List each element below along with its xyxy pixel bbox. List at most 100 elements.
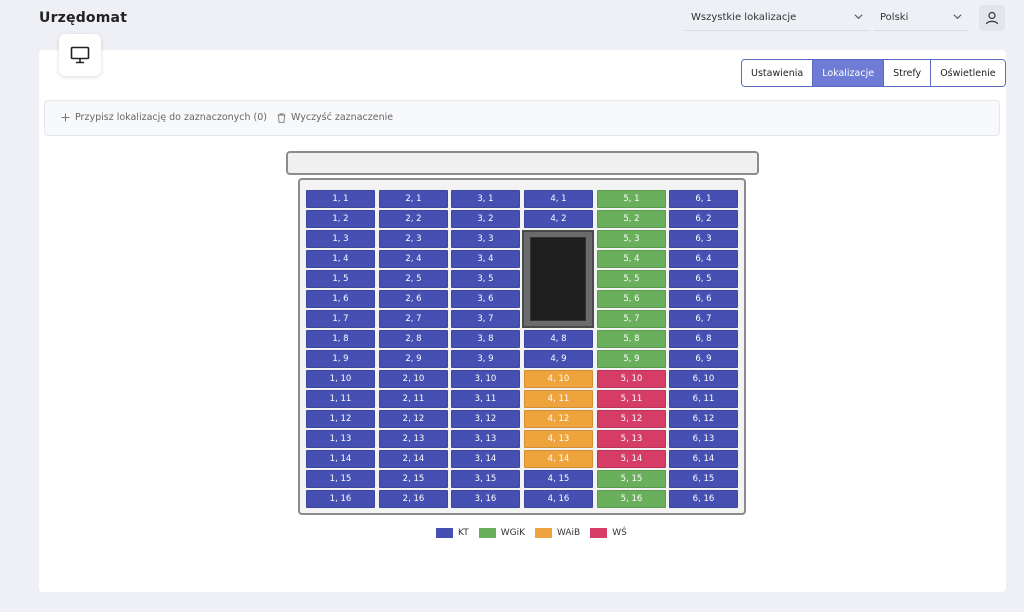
location-cell[interactable]: 2, 10: [379, 370, 448, 388]
location-select[interactable]: Wszystkie lokalizacje: [685, 6, 869, 31]
location-cell[interactable]: 5, 13: [597, 430, 666, 448]
location-cell[interactable]: 6, 3: [669, 230, 738, 248]
location-cell[interactable]: 6, 12: [669, 410, 738, 428]
location-cell[interactable]: 3, 11: [451, 390, 520, 408]
location-cell[interactable]: 2, 16: [379, 490, 448, 508]
location-cell[interactable]: 1, 1: [306, 190, 375, 208]
location-cell[interactable]: 3, 7: [451, 310, 520, 328]
location-cell[interactable]: 2, 13: [379, 430, 448, 448]
assign-location-button[interactable]: Przypisz lokalizację do zaznaczonych (0): [61, 112, 267, 123]
location-cell[interactable]: 5, 9: [597, 350, 666, 368]
location-cell[interactable]: 3, 15: [451, 470, 520, 488]
location-cell[interactable]: 3, 13: [451, 430, 520, 448]
clear-selection-button[interactable]: Wyczyść zaznaczenie: [277, 112, 393, 123]
tab-zones[interactable]: Strefy: [883, 60, 931, 86]
location-cell[interactable]: 2, 7: [379, 310, 448, 328]
location-cell[interactable]: 1, 9: [306, 350, 375, 368]
location-cell[interactable]: 1, 12: [306, 410, 375, 428]
location-cell[interactable]: 4, 10: [524, 370, 593, 388]
location-cell[interactable]: 6, 9: [669, 350, 738, 368]
location-cell[interactable]: 6, 13: [669, 430, 738, 448]
location-cell[interactable]: 6, 4: [669, 250, 738, 268]
location-cell[interactable]: 1, 4: [306, 250, 375, 268]
location-cell[interactable]: 2, 15: [379, 470, 448, 488]
location-cell[interactable]: 1, 7: [306, 310, 375, 328]
location-cell[interactable]: 4, 14: [524, 450, 593, 468]
location-cell[interactable]: 2, 4: [379, 250, 448, 268]
location-cell[interactable]: 4, 13: [524, 430, 593, 448]
location-cell[interactable]: 2, 3: [379, 230, 448, 248]
location-cell[interactable]: 2, 2: [379, 210, 448, 228]
kiosk-preview-button[interactable]: [59, 34, 101, 76]
location-cell[interactable]: 1, 5: [306, 270, 375, 288]
location-cell[interactable]: 1, 11: [306, 390, 375, 408]
location-cell[interactable]: 6, 8: [669, 330, 738, 348]
location-cell[interactable]: 1, 2: [306, 210, 375, 228]
location-cell[interactable]: 6, 1: [669, 190, 738, 208]
location-cell[interactable]: 5, 14: [597, 450, 666, 468]
location-cell[interactable]: 2, 12: [379, 410, 448, 428]
location-cell[interactable]: 6, 10: [669, 370, 738, 388]
location-cell[interactable]: 6, 15: [669, 470, 738, 488]
location-cell[interactable]: 6, 7: [669, 310, 738, 328]
tab-settings[interactable]: Ustawienia: [742, 60, 813, 86]
location-cell[interactable]: 5, 6: [597, 290, 666, 308]
location-cell[interactable]: 3, 8: [451, 330, 520, 348]
location-cell[interactable]: 5, 16: [597, 490, 666, 508]
location-cell[interactable]: 1, 15: [306, 470, 375, 488]
location-cell[interactable]: 6, 2: [669, 210, 738, 228]
location-cell[interactable]: 1, 16: [306, 490, 375, 508]
tab-lighting[interactable]: Oświetlenie: [930, 60, 1005, 86]
user-menu-button[interactable]: [979, 5, 1005, 31]
location-cell[interactable]: 4, 11: [524, 390, 593, 408]
location-cell[interactable]: 3, 9: [451, 350, 520, 368]
location-cell[interactable]: 2, 8: [379, 330, 448, 348]
location-cell[interactable]: 3, 4: [451, 250, 520, 268]
location-cell[interactable]: 6, 16: [669, 490, 738, 508]
location-cell[interactable]: 4, 16: [524, 490, 593, 508]
location-cell[interactable]: 5, 4: [597, 250, 666, 268]
location-cell[interactable]: 4, 1: [524, 190, 593, 208]
language-select[interactable]: Polski: [874, 6, 968, 31]
location-cell[interactable]: 3, 10: [451, 370, 520, 388]
location-cell[interactable]: 4, 2: [524, 210, 593, 228]
location-cell[interactable]: 4, 15: [524, 470, 593, 488]
location-cell[interactable]: 6, 11: [669, 390, 738, 408]
location-cell[interactable]: 2, 5: [379, 270, 448, 288]
location-cell[interactable]: 2, 6: [379, 290, 448, 308]
location-cell[interactable]: 5, 8: [597, 330, 666, 348]
location-cell[interactable]: 2, 14: [379, 450, 448, 468]
location-cell[interactable]: 2, 1: [379, 190, 448, 208]
location-cell[interactable]: 3, 16: [451, 490, 520, 508]
location-cell[interactable]: 1, 10: [306, 370, 375, 388]
location-cell[interactable]: 5, 2: [597, 210, 666, 228]
location-cell[interactable]: 3, 6: [451, 290, 520, 308]
location-cell[interactable]: 4, 8: [524, 330, 593, 348]
location-cell[interactable]: 1, 6: [306, 290, 375, 308]
location-cell[interactable]: 6, 5: [669, 270, 738, 288]
location-cell[interactable]: 3, 12: [451, 410, 520, 428]
tab-locations[interactable]: Lokalizacje: [812, 60, 884, 86]
location-cell[interactable]: 4, 12: [524, 410, 593, 428]
location-cell[interactable]: 1, 13: [306, 430, 375, 448]
location-cell[interactable]: 5, 3: [597, 230, 666, 248]
location-cell[interactable]: 3, 14: [451, 450, 520, 468]
location-cell[interactable]: 5, 5: [597, 270, 666, 288]
location-cell[interactable]: 5, 15: [597, 470, 666, 488]
location-cell[interactable]: 1, 8: [306, 330, 375, 348]
location-cell[interactable]: 1, 3: [306, 230, 375, 248]
location-cell[interactable]: 6, 14: [669, 450, 738, 468]
location-cell[interactable]: 1, 14: [306, 450, 375, 468]
location-cell[interactable]: 3, 5: [451, 270, 520, 288]
location-cell[interactable]: 3, 3: [451, 230, 520, 248]
location-cell[interactable]: 5, 11: [597, 390, 666, 408]
location-cell[interactable]: 5, 7: [597, 310, 666, 328]
location-cell[interactable]: 5, 10: [597, 370, 666, 388]
location-cell[interactable]: 6, 6: [669, 290, 738, 308]
location-cell[interactable]: 2, 11: [379, 390, 448, 408]
location-cell[interactable]: 5, 12: [597, 410, 666, 428]
location-cell[interactable]: 5, 1: [597, 190, 666, 208]
location-cell[interactable]: 3, 1: [451, 190, 520, 208]
location-cell[interactable]: 2, 9: [379, 350, 448, 368]
location-cell[interactable]: 3, 2: [451, 210, 520, 228]
